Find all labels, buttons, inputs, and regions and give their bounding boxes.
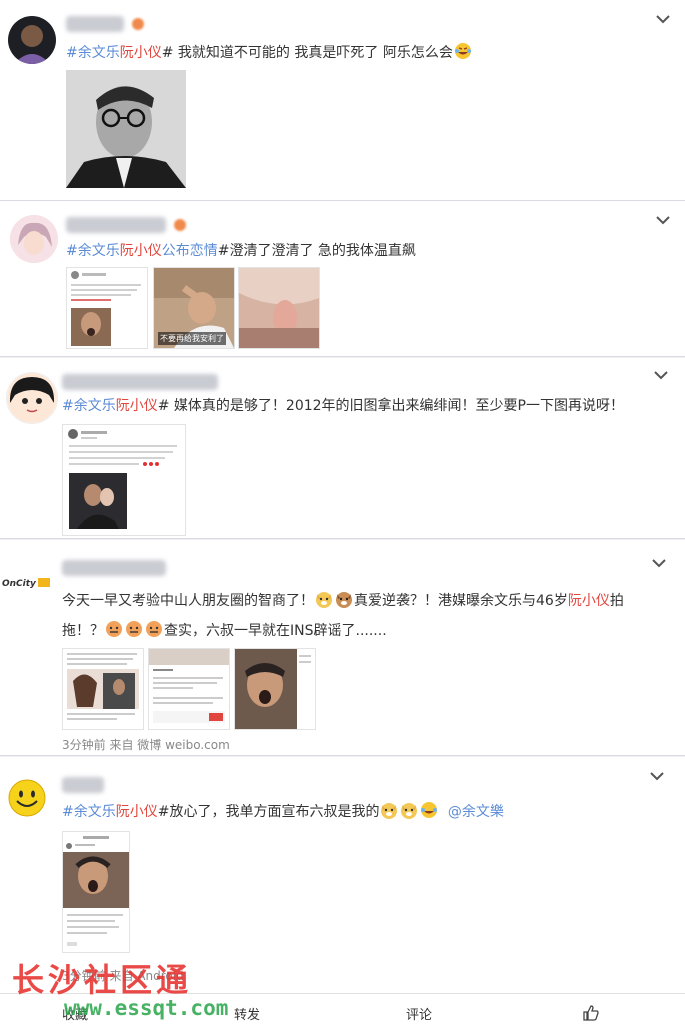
topic-link[interactable]: #余文乐阮小仪公布恋情	[66, 243, 218, 259]
screenshot-thumb	[63, 425, 185, 535]
photo-thumb	[239, 268, 319, 348]
post-text-line-2: 拖！？ 查实，六叔一早就在INS辟谣了.......	[62, 620, 387, 641]
post-image-3[interactable]	[238, 267, 320, 349]
laugh-cry-emoji-icon	[454, 43, 471, 59]
verified-badge-icon	[174, 219, 186, 231]
repost-button[interactable]: 转发	[234, 1004, 260, 1023]
avatar[interactable]	[6, 372, 58, 424]
smiley-face-icon	[8, 779, 46, 817]
divider	[0, 356, 685, 357]
topic-link[interactable]: #余文乐阮小仪	[66, 45, 162, 61]
divider	[0, 538, 685, 539]
post-3: #余文乐阮小仪# 媒体真的是够了！2012年的旧图拿出来编绯闻！至少要P一下图再…	[0, 358, 685, 538]
username-blurred[interactable]	[66, 16, 124, 32]
cartoon-girl-icon	[7, 373, 57, 423]
image-caption: 不要再给我安利了	[158, 332, 226, 345]
post-image-2[interactable]	[148, 648, 230, 730]
username-blurred[interactable]	[62, 560, 166, 576]
post-text: #余文乐阮小仪公布恋情#澄清了澄清了 急的我体温直飙	[66, 243, 416, 259]
topic-link[interactable]: #余文乐阮小仪	[62, 804, 158, 820]
post-4: OnCity 今天一早又考验中山人朋友圈的智商了！ 真爱逆袭？！港媒曝余文乐与46…	[0, 540, 685, 755]
post-text: #余文乐阮小仪#放心了，我单方面宣布六叔是我的 @余文樂	[62, 801, 504, 822]
chevron-down-icon[interactable]	[652, 366, 670, 384]
watermark-title: 长沙社区通	[12, 961, 193, 999]
chevron-down-icon[interactable]	[650, 554, 668, 572]
highlight-name[interactable]: 阮小仪	[568, 593, 610, 609]
face-emoji-icon	[106, 621, 122, 637]
chevron-down-icon[interactable]	[654, 211, 672, 229]
post-2: #余文乐阮小仪公布恋情#澄清了澄清了 急的我体温直飙 不要再给我安利了	[0, 201, 685, 356]
post-image-1[interactable]	[66, 267, 148, 349]
doge-emoji-icon-2	[336, 592, 352, 608]
post-text-line-1: 今天一早又考验中山人朋友圈的智商了！ 真爱逆袭？！港媒曝余文乐与46岁阮小仪拍	[62, 590, 624, 611]
face-emoji-icon	[126, 621, 142, 637]
post-text: #余文乐阮小仪# 媒体真的是够了！2012年的旧图拿出来编绯闻！至少要P一下图再…	[62, 398, 624, 414]
doge-emoji-icon-2	[401, 803, 418, 819]
post-image[interactable]	[62, 424, 186, 536]
like-thumb-icon[interactable]	[582, 1004, 600, 1022]
watermark-url: www.essqt.com	[64, 996, 229, 1020]
topic-link[interactable]: #余文乐阮小仪	[62, 398, 158, 414]
doge-emoji-icon	[316, 592, 332, 608]
post-meta: 3分钟前 来自 微博 weibo.com	[62, 738, 230, 752]
post-image-2[interactable]: 不要再给我安利了	[153, 267, 235, 349]
username-blurred[interactable]	[62, 374, 218, 390]
verified-badge-icon	[132, 18, 144, 30]
avatar[interactable]	[8, 16, 56, 64]
face-emoji-icon	[146, 621, 162, 637]
doge-emoji-icon	[381, 803, 398, 819]
post-image-3[interactable]	[234, 648, 316, 730]
post-text: #余文乐阮小仪# 我就知道不可能的 我真是吓死了 阿乐怎么会	[66, 42, 473, 63]
post-image-1[interactable]	[62, 648, 144, 730]
photo-thumb	[235, 649, 315, 729]
post-image[interactable]	[66, 70, 186, 188]
portrait-photo	[66, 70, 186, 188]
chevron-down-icon[interactable]	[648, 767, 666, 785]
post-image[interactable]	[62, 831, 130, 953]
divider	[0, 755, 685, 756]
screenshot-thumb	[67, 268, 147, 348]
user-photo-icon	[10, 215, 58, 263]
username-blurred[interactable]	[66, 217, 166, 233]
laugh-cry-emoji-icon	[421, 802, 438, 818]
avatar[interactable]	[8, 779, 46, 817]
chevron-down-icon[interactable]	[654, 10, 672, 28]
screenshot-thumb	[63, 832, 129, 952]
screenshot-thumb	[149, 649, 229, 729]
post-1: #余文乐阮小仪# 我就知道不可能的 我真是吓死了 阿乐怎么会	[0, 0, 685, 200]
comment-button[interactable]: 评论	[406, 1004, 432, 1023]
avatar[interactable]	[10, 215, 58, 263]
user-photo-icon	[14, 25, 50, 64]
mention-link[interactable]: @余文樂	[448, 804, 504, 820]
oncity-logo[interactable]: OnCity	[2, 578, 54, 592]
username-blurred[interactable]	[62, 777, 104, 793]
screenshot-thumb	[63, 649, 143, 729]
